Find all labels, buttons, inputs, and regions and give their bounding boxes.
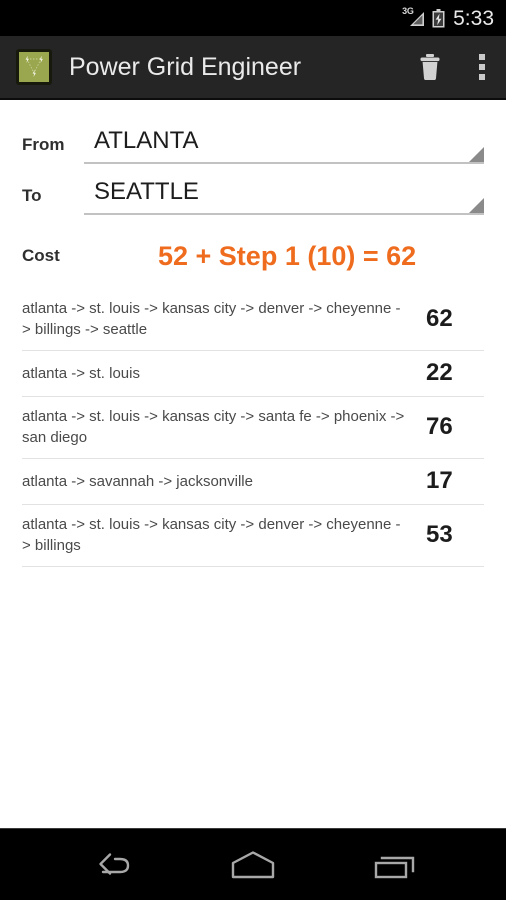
table-row[interactable]: atlanta -> st. louis -> kansas city -> d…	[22, 505, 484, 567]
route-path: atlanta -> st. louis	[22, 364, 140, 382]
action-bar-actions	[402, 36, 506, 98]
system-navigation-bar	[0, 828, 506, 900]
to-label: To	[22, 186, 42, 205]
recents-icon	[374, 856, 415, 878]
nav-recents-button[interactable]	[357, 837, 433, 893]
home-icon	[231, 850, 275, 878]
status-bar: 3G 5:33	[0, 0, 506, 36]
from-spinner-caret-icon	[469, 147, 484, 162]
table-row[interactable]: atlanta -> savannah -> jacksonville 17	[22, 459, 484, 505]
to-spinner-value: SEATTLE	[94, 178, 199, 205]
cost-value: 52 + Step 1 (10) = 62	[158, 241, 417, 271]
overflow-menu-icon	[479, 54, 485, 80]
signal-bars-glyph	[410, 12, 425, 26]
route-cost: 17	[426, 467, 453, 494]
route-cost: 22	[426, 359, 453, 386]
battery-charging-icon	[432, 8, 445, 28]
delete-button[interactable]	[402, 35, 458, 99]
route-path: atlanta -> savannah -> jacksonville	[22, 472, 253, 490]
phone-screen: 3G 5:33 Power Grid Engineer From ATLANTA…	[0, 0, 506, 900]
to-spinner-caret-icon	[469, 198, 484, 213]
trash-icon	[420, 54, 440, 80]
from-label: From	[22, 135, 65, 154]
table-row[interactable]: atlanta -> st. louis -> kansas city -> d…	[22, 289, 484, 351]
route-path: atlanta -> st. louis -> kansas city -> d…	[22, 516, 401, 554]
status-bar-clock: 5:33	[453, 6, 494, 30]
cost-label: Cost	[22, 246, 60, 265]
from-spinner[interactable]: ATLANTA	[84, 120, 484, 164]
route-result-list: atlanta -> st. louis -> kansas city -> d…	[0, 289, 506, 567]
action-bar: Power Grid Engineer	[0, 36, 506, 100]
app-title: Power Grid Engineer	[69, 53, 302, 81]
signal-bars-icon: 3G	[402, 7, 425, 28]
power-grid-icon-glyph	[25, 55, 43, 77]
route-cost: 76	[426, 413, 453, 440]
table-row[interactable]: atlanta -> st. louis -> kansas city -> s…	[22, 397, 484, 459]
from-field-row: From ATLANTA	[0, 116, 506, 164]
status-bar-right-cluster: 3G 5:33	[402, 6, 494, 30]
to-spinner[interactable]: SEATTLE	[84, 171, 484, 215]
back-arrow-icon	[99, 852, 130, 875]
route-path: atlanta -> st. louis -> kansas city -> s…	[22, 408, 405, 446]
route-cost: 53	[426, 521, 453, 548]
battery-glyph	[432, 8, 445, 27]
from-spinner-value: ATLANTA	[94, 127, 199, 154]
route-cost: 62	[426, 305, 453, 332]
nav-home-button[interactable]	[215, 837, 291, 893]
table-row[interactable]: atlanta -> st. louis 22	[22, 351, 484, 397]
route-path: atlanta -> st. louis -> kansas city -> d…	[22, 300, 401, 338]
power-grid-app-icon	[16, 49, 52, 85]
nav-back-button[interactable]	[73, 837, 149, 893]
main-content: From ATLANTA To SEATTLE Cost 52 + Step 1…	[0, 100, 506, 828]
to-field-row: To SEATTLE	[0, 167, 506, 215]
overflow-menu-button[interactable]	[458, 35, 506, 99]
cost-row: Cost 52 + Step 1 (10) = 62	[0, 229, 506, 283]
